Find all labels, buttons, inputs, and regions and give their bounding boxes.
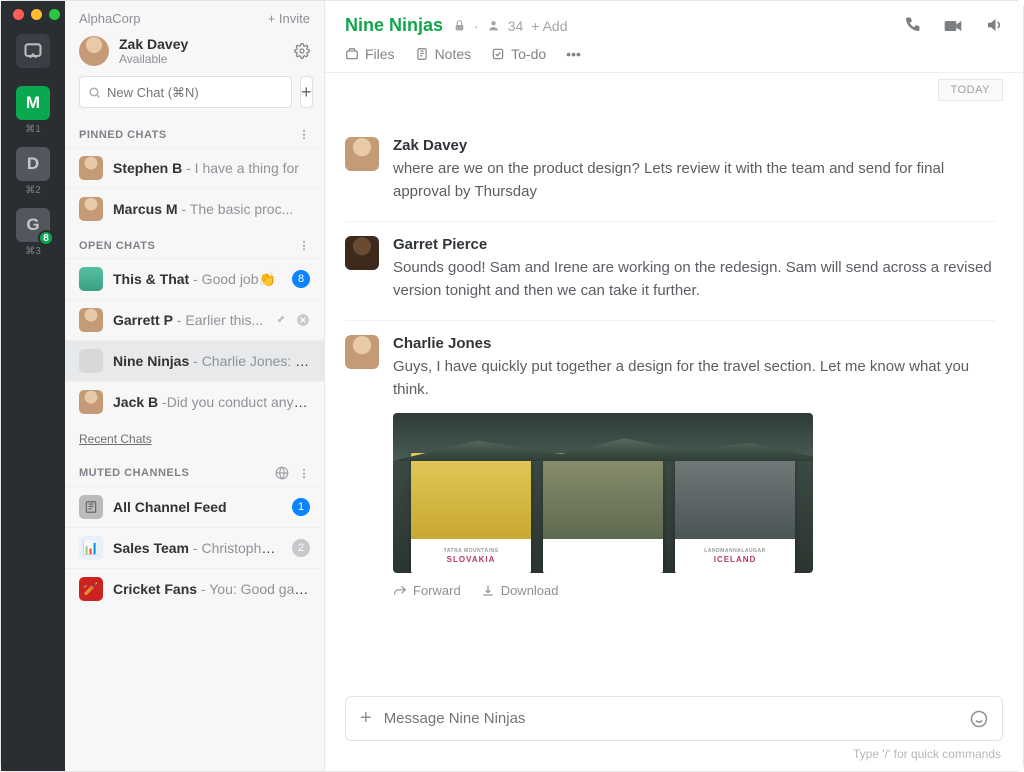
tile-shortcut: ⌘2 xyxy=(25,185,41,196)
chat-item-stephen[interactable]: Stephen B - I have a thing for xyxy=(65,147,324,188)
user-name: Zak Davey xyxy=(119,36,284,52)
tab-files[interactable]: Files xyxy=(345,46,395,62)
tab-todo[interactable]: To-do xyxy=(491,46,546,62)
pinned-header: PINNED CHATS xyxy=(79,129,167,141)
workspace-tile-d[interactable]: D xyxy=(16,147,50,181)
open-menu-icon[interactable]: ⋮ xyxy=(299,239,311,252)
feed-icon xyxy=(79,495,103,519)
msg-author: Garret Pierce xyxy=(393,236,995,253)
pinned-menu-icon[interactable]: ⋮ xyxy=(299,128,311,141)
person-icon xyxy=(487,19,500,32)
channel-avatar xyxy=(79,267,103,291)
chat-item-jack[interactable]: Jack B -Did you conduct any sur xyxy=(65,381,324,422)
msg-text: Guys, I have quickly put together a desi… xyxy=(393,356,995,401)
workspace-rail: M ⌘1 D ⌘2 G 8 ⌘3 xyxy=(1,1,65,771)
chat-item-garrett[interactable]: Garrett P - Earlier this... xyxy=(65,299,324,340)
search-input[interactable] xyxy=(107,85,283,100)
tile-shortcut: ⌘1 xyxy=(25,124,41,135)
muted-header: MUTED CHANNELS xyxy=(79,467,189,479)
app-logo-icon[interactable] xyxy=(16,34,50,68)
main-panel: Nine Ninjas · 34 + Add Files Notes To-do… xyxy=(325,1,1023,771)
unread-badge: 8 xyxy=(292,270,310,288)
chat-item-cricket[interactable]: 🏏 Cricket Fans - You: Good game xyxy=(65,568,324,609)
channel-avatar: 🏏 xyxy=(79,577,103,601)
avatar xyxy=(79,390,103,414)
chat-item-all-feed[interactable]: All Channel Feed 1 xyxy=(65,486,324,527)
close-window[interactable] xyxy=(13,9,24,20)
msg-text: Sounds good! Sam and Irene are working o… xyxy=(393,257,995,302)
channel-header: Nine Ninjas · 34 + Add Files Notes To-do… xyxy=(325,1,1023,73)
date-divider: TODAY xyxy=(938,79,1003,101)
msg-avatar[interactable] xyxy=(345,137,379,171)
message: Charlie Jones Guys, I have quickly put t… xyxy=(345,320,995,616)
invite-button[interactable]: + Invite xyxy=(268,11,310,26)
close-icon[interactable] xyxy=(296,313,310,327)
workspace-name: AlphaCorp xyxy=(79,11,140,26)
open-header: OPEN CHATS xyxy=(79,240,155,252)
call-icon[interactable] xyxy=(903,16,921,36)
avatar xyxy=(79,197,103,221)
add-member-button[interactable]: + Add xyxy=(531,18,567,34)
tile-shortcut: ⌘3 xyxy=(25,246,41,257)
chat-item-this-that[interactable]: This & That - Good job👏 8 xyxy=(65,258,324,299)
more-icon[interactable]: ••• xyxy=(566,46,581,62)
new-chat-button[interactable]: + xyxy=(300,76,313,108)
pin-icon[interactable] xyxy=(274,314,286,326)
settings-gear-icon[interactable] xyxy=(294,43,310,59)
chat-item-marcus[interactable]: Marcus M - The basic proc... xyxy=(65,188,324,229)
channel-avatar: 📊 xyxy=(79,536,103,560)
sidebar: AlphaCorp + Invite Zak Davey Available +… xyxy=(65,1,325,771)
channel-avatar xyxy=(79,349,103,373)
emoji-icon[interactable] xyxy=(970,710,988,728)
new-chat-search[interactable] xyxy=(79,76,292,108)
tile-letter: D xyxy=(27,154,39,174)
user-avatar[interactable] xyxy=(79,36,109,66)
msg-text: where are we on the product design? Lets… xyxy=(393,158,995,203)
unread-badge: 1 xyxy=(292,498,310,516)
member-count: 34 xyxy=(508,18,524,34)
window-controls xyxy=(13,9,60,20)
muted-menu-icon[interactable]: ⋮ xyxy=(299,467,311,480)
composer-hint: Type '/' for quick commands xyxy=(325,747,1023,771)
recent-chats-link[interactable]: Recent Chats xyxy=(65,422,324,456)
tab-notes[interactable]: Notes xyxy=(415,46,472,62)
msg-author: Zak Davey xyxy=(393,137,995,154)
download-button[interactable]: Download xyxy=(481,583,559,598)
tile-letter: G xyxy=(26,215,39,235)
unread-badge: 2 xyxy=(292,539,310,557)
message-list: Zak Davey where are we on the product de… xyxy=(325,107,1023,688)
chat-item-sales[interactable]: 📊 Sales Team - Christopher J: d. 2 xyxy=(65,527,324,568)
maximize-window[interactable] xyxy=(49,9,60,20)
search-icon xyxy=(88,86,101,99)
channel-name[interactable]: Nine Ninjas xyxy=(345,15,443,36)
msg-avatar[interactable] xyxy=(345,335,379,369)
tile-letter: M xyxy=(26,93,40,113)
avatar xyxy=(79,156,103,180)
lock-icon xyxy=(453,19,466,32)
user-status: Available xyxy=(119,52,284,66)
image-attachment[interactable]: TATRA MOUNTAINSSLOVAKIA LANDMANNALAUGARI… xyxy=(393,413,813,573)
composer-input[interactable] xyxy=(384,710,958,727)
message-composer[interactable]: + xyxy=(345,696,1003,741)
message: Zak Davey where are we on the product de… xyxy=(345,123,995,221)
workspace-tile-g[interactable]: G 8 xyxy=(16,208,50,242)
attach-plus-icon[interactable]: + xyxy=(360,707,372,730)
minimize-window[interactable] xyxy=(31,9,42,20)
msg-avatar[interactable] xyxy=(345,236,379,270)
avatar xyxy=(79,308,103,332)
forward-button[interactable]: Forward xyxy=(393,583,461,598)
workspace-tile-m[interactable]: M xyxy=(16,86,50,120)
volume-icon[interactable] xyxy=(985,16,1003,36)
chat-item-nine-ninjas[interactable]: Nine Ninjas - Charlie Jones: G... xyxy=(65,340,324,381)
tile-badge: 8 xyxy=(38,230,54,246)
message: Garret Pierce Sounds good! Sam and Irene… xyxy=(345,221,995,320)
clap-emoji: 👏 xyxy=(259,271,276,287)
msg-author: Charlie Jones xyxy=(393,335,995,352)
globe-icon[interactable] xyxy=(275,466,289,480)
video-icon[interactable] xyxy=(943,16,963,36)
